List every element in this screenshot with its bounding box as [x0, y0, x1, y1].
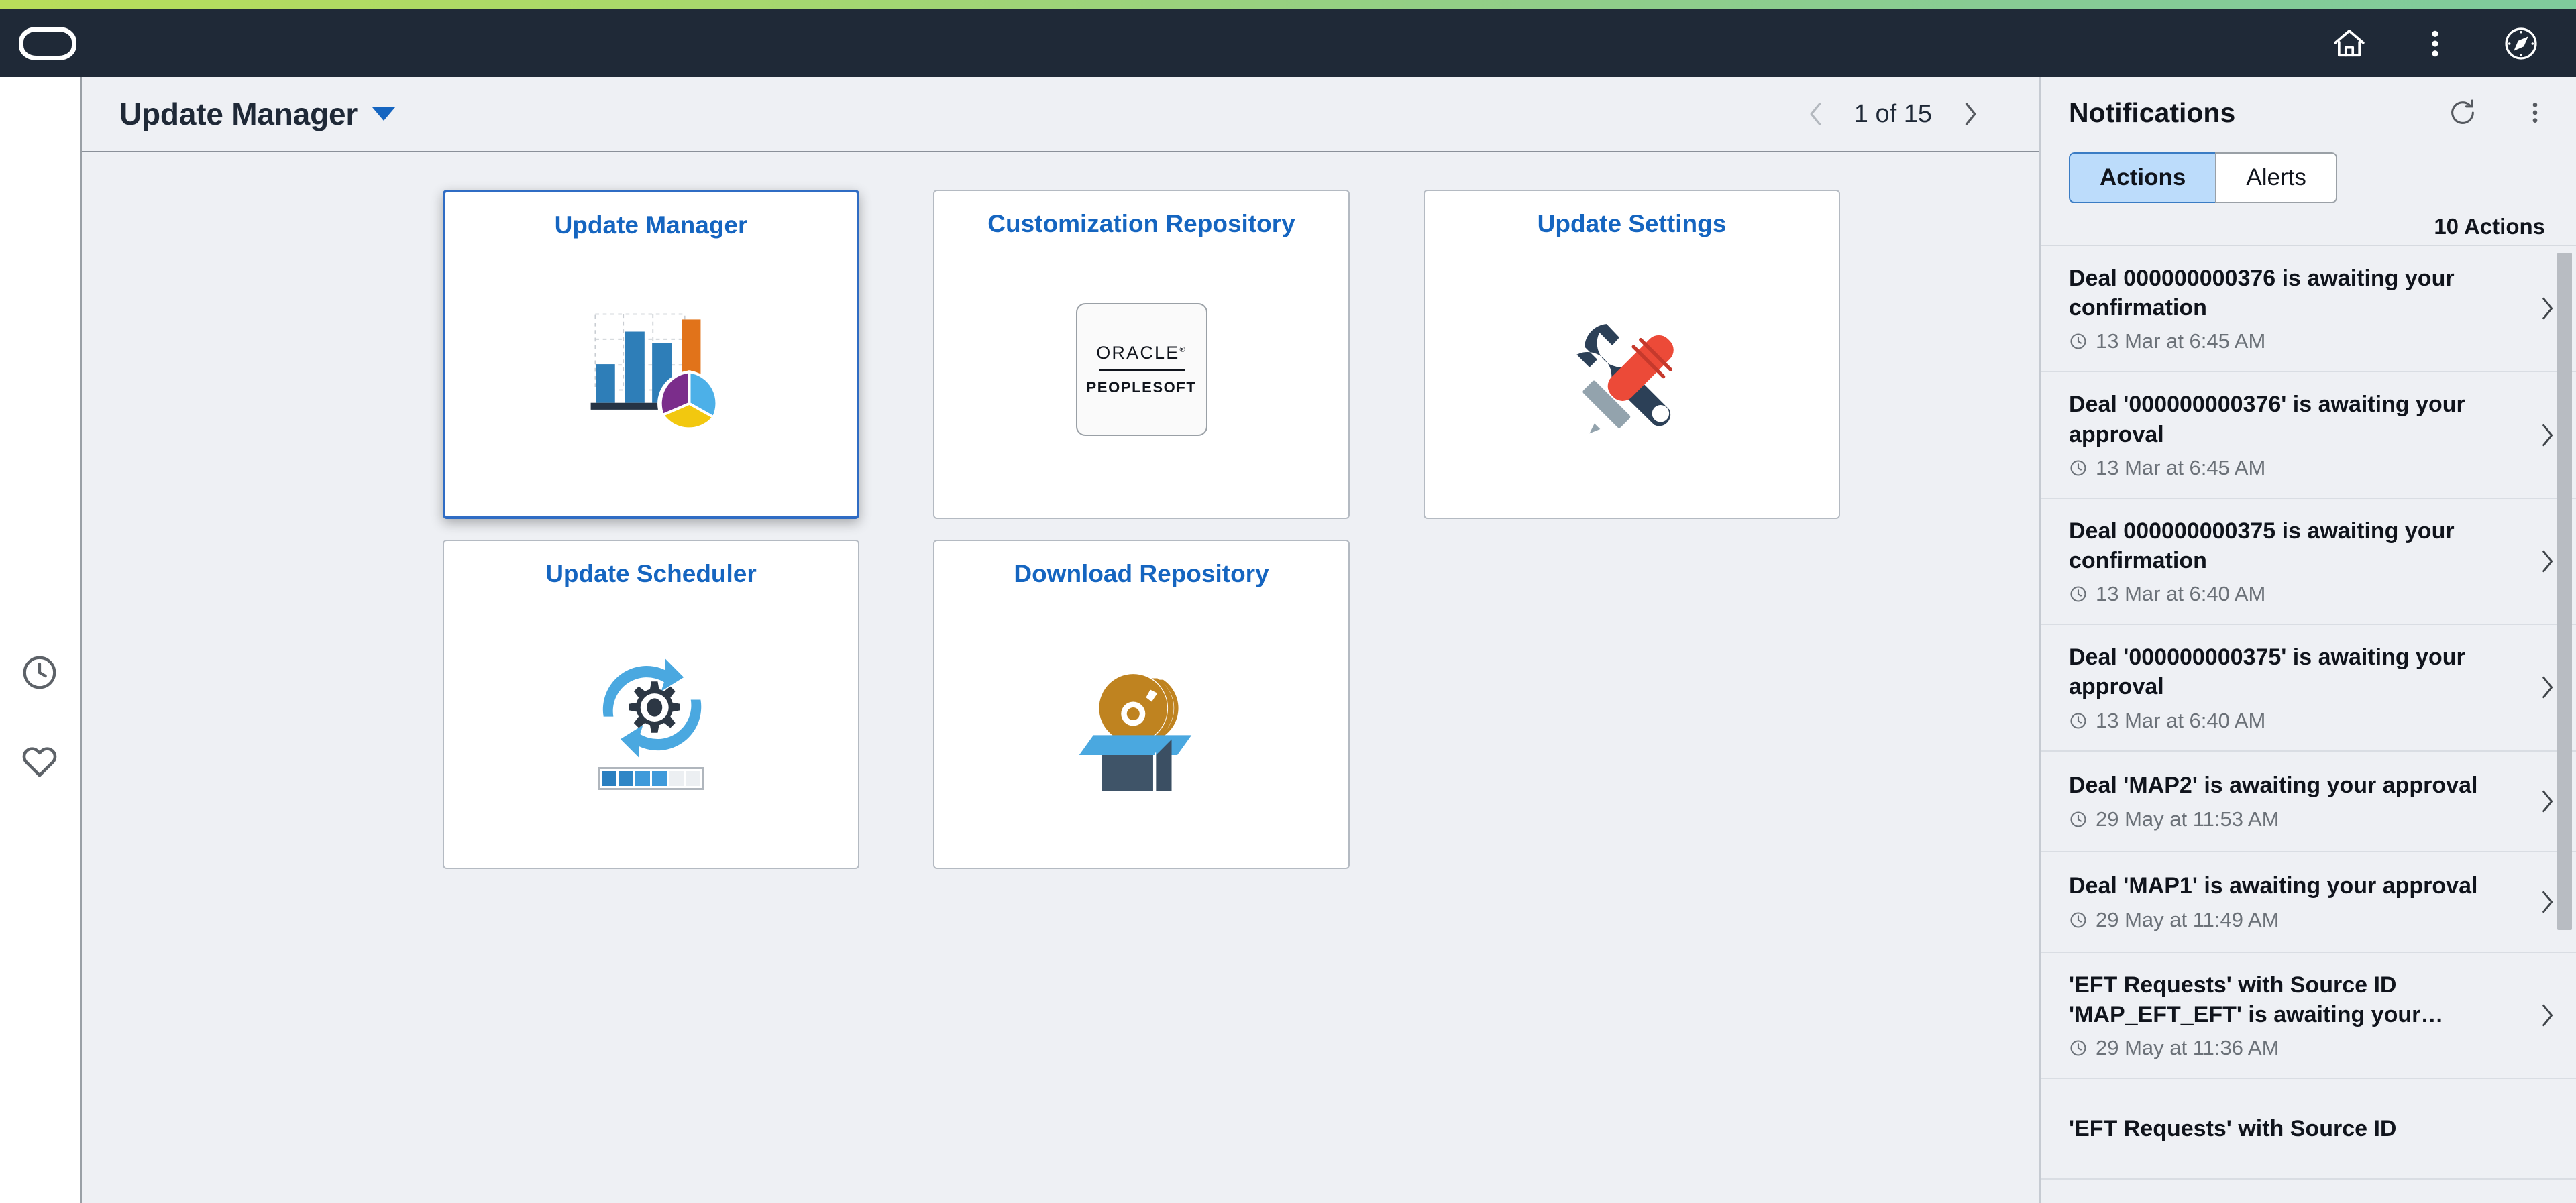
- logo-divider: [1099, 369, 1185, 371]
- clock-icon: [2069, 911, 2088, 929]
- box-discs-icon: [934, 589, 1348, 868]
- chevron-right-icon[interactable]: [2532, 674, 2556, 701]
- pager-next-button[interactable]: [1959, 99, 1982, 129]
- homepage-pager: 1 of 15: [1805, 99, 2039, 129]
- notification-time: 13 Mar at 6:40 AM: [2069, 582, 2518, 606]
- list-item[interactable]: Deal 000000000375 is awaiting your confi…: [2041, 499, 2576, 625]
- notification-message: Deal 000000000375 is awaiting your confi…: [2069, 516, 2518, 575]
- oracle-wordmark: ORACLE®: [1096, 343, 1187, 363]
- notifications-header-actions: [2446, 96, 2552, 129]
- clock-icon: [2069, 1039, 2088, 1057]
- chevron-right-icon[interactable]: [2532, 1002, 2556, 1029]
- notification-message: Deal 'MAP2' is awaiting your approval: [2069, 770, 2518, 800]
- notification-message: Deal '000000000376' is awaiting your app…: [2069, 390, 2518, 449]
- tile-update-scheduler[interactable]: Update Scheduler: [443, 540, 859, 869]
- list-item[interactable]: Deal 'MAP2' is awaiting your approval 29…: [2041, 752, 2576, 852]
- page-title: Update Manager: [119, 96, 358, 132]
- home-icon[interactable]: [2330, 25, 2368, 62]
- list-item[interactable]: Deal 'MAP1' is awaiting your approval 29…: [2041, 852, 2576, 953]
- list-item[interactable]: 'EFT Requests' with Source ID 'MAP_EFT_E…: [2041, 953, 2576, 1079]
- clock-icon: [2069, 711, 2088, 730]
- notification-message: 'EFT Requests' with Source ID 'MAP_EFT_E…: [2069, 970, 2518, 1029]
- tab-alerts[interactable]: Alerts: [2215, 152, 2337, 203]
- left-rail: [0, 77, 82, 1203]
- chevron-right-icon[interactable]: [2532, 548, 2556, 575]
- gear-refresh-progress-icon: [444, 589, 858, 868]
- app-header: [0, 9, 2576, 77]
- notification-time: 29 May at 11:36 AM: [2069, 1036, 2518, 1060]
- list-item[interactable]: Deal '000000000375' is awaiting your app…: [2041, 625, 2576, 751]
- list-item[interactable]: 'EFT Requests' with Source ID: [2041, 1079, 2576, 1180]
- clock-icon: [2069, 332, 2088, 351]
- tile-update-settings[interactable]: Update Settings: [1424, 190, 1840, 519]
- page-header-bar: Update Manager 1 of 15: [82, 77, 2039, 152]
- notification-time: 13 Mar at 6:45 AM: [2069, 329, 2518, 353]
- chevron-right-icon[interactable]: [2532, 295, 2556, 322]
- tile-customization-repository[interactable]: Customization Repository ORACLE® PEOPLES…: [933, 190, 1350, 519]
- tile-area: Update Manager: [82, 152, 2039, 1203]
- pager-status: 1 of 15: [1854, 100, 1932, 129]
- peoplesoft-wordmark: PEOPLESOFT: [1087, 379, 1197, 396]
- tile-update-manager[interactable]: Update Manager: [443, 190, 859, 519]
- notifications-menu-icon[interactable]: [2518, 96, 2552, 129]
- scheduler-progress-bar: [598, 767, 704, 790]
- tile-title: Customization Repository: [987, 210, 1295, 239]
- notification-time: 13 Mar at 6:40 AM: [2069, 709, 2518, 733]
- wrench-screwdriver-icon: [1425, 239, 1839, 518]
- header-actions: [2330, 25, 2576, 62]
- oracle-logo-icon[interactable]: [19, 27, 76, 60]
- tile-title: Update Scheduler: [545, 560, 757, 589]
- oracle-peoplesoft-logo-icon: ORACLE® PEOPLESOFT: [934, 239, 1348, 518]
- notification-time: 29 May at 11:49 AM: [2069, 908, 2518, 932]
- actions-menu-icon[interactable]: [2416, 25, 2454, 62]
- tile-title: Update Settings: [1538, 210, 1727, 239]
- tile-title: Update Manager: [555, 211, 748, 240]
- notification-time: 13 Mar at 6:45 AM: [2069, 456, 2518, 480]
- favorites-icon[interactable]: [17, 740, 62, 784]
- chevron-right-icon[interactable]: [2532, 889, 2556, 915]
- clock-icon: [2069, 810, 2088, 829]
- clock-icon: [2069, 459, 2088, 477]
- notifications-list: Deal 000000000376 is awaiting your confi…: [2041, 245, 2576, 1203]
- notifications-scrollbar[interactable]: [2557, 253, 2572, 930]
- tile-download-repository[interactable]: Download Repository: [933, 540, 1350, 869]
- notification-message: 'EFT Requests' with Source ID: [2069, 1114, 2542, 1143]
- recent-icon[interactable]: [17, 650, 62, 695]
- refresh-icon[interactable]: [2446, 96, 2479, 129]
- tile-title: Download Repository: [1014, 560, 1269, 589]
- notifications-title: Notifications: [2069, 97, 2235, 129]
- chevron-right-icon[interactable]: [2532, 422, 2556, 449]
- navigator-icon[interactable]: [2502, 25, 2540, 62]
- actions-count-label: 10 Actions: [2041, 203, 2576, 245]
- list-item[interactable]: Deal '000000000376' is awaiting your app…: [2041, 372, 2576, 498]
- list-item[interactable]: Deal 000000000376 is awaiting your confi…: [2041, 246, 2576, 372]
- clock-icon: [2069, 585, 2088, 604]
- brand-gradient-strip: [0, 0, 2576, 9]
- notification-message: Deal 000000000376 is awaiting your confi…: [2069, 264, 2518, 323]
- chevron-down-icon[interactable]: [372, 107, 395, 121]
- notification-message: Deal '000000000375' is awaiting your app…: [2069, 642, 2518, 701]
- notification-message: Deal 'MAP1' is awaiting your approval: [2069, 871, 2518, 901]
- notification-time: 29 May at 11:53 AM: [2069, 807, 2518, 832]
- notifications-tabs: Actions Alerts: [2041, 148, 2576, 203]
- notifications-panel: Notifications Actions Alerts: [2039, 77, 2576, 1203]
- notifications-header: Notifications: [2041, 77, 2576, 148]
- bar-pie-chart-icon: [445, 240, 857, 516]
- chevron-right-icon[interactable]: [2532, 788, 2556, 815]
- content-column: Update Manager 1 of 15: [82, 77, 2039, 1203]
- page-body: Update Manager 1 of 15: [0, 77, 2576, 1203]
- tile-grid: Update Manager: [82, 190, 2039, 869]
- tab-actions[interactable]: Actions: [2069, 152, 2215, 203]
- pager-prev-button[interactable]: [1805, 99, 1827, 129]
